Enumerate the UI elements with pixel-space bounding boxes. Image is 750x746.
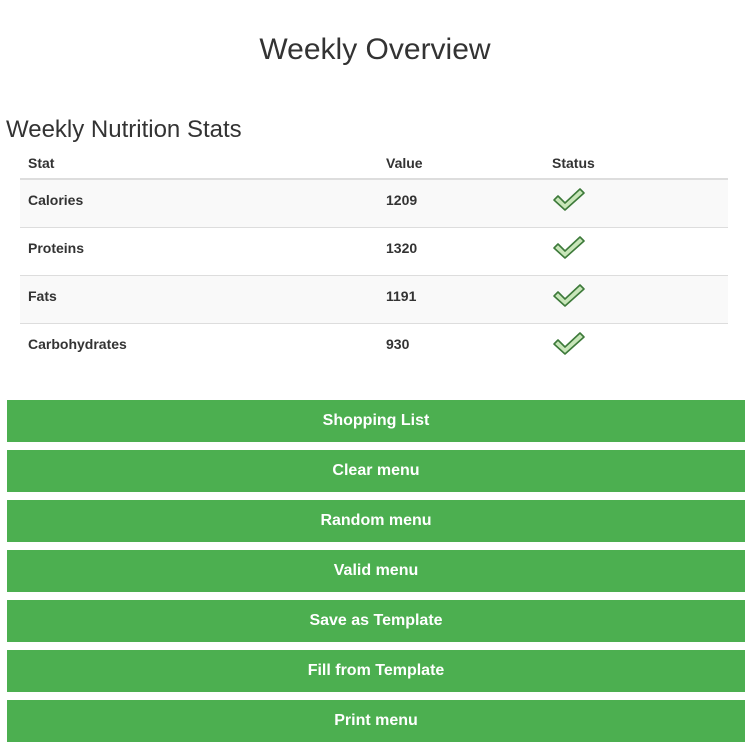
table-row: Proteins 1320 xyxy=(20,226,728,275)
stat-value: 1191 xyxy=(378,274,544,323)
column-header-stat: Stat xyxy=(20,148,378,180)
stat-name: Proteins xyxy=(20,226,378,275)
valid-menu-button[interactable]: Valid menu xyxy=(7,550,745,592)
table-row: Calories 1209 xyxy=(20,179,728,227)
check-icon xyxy=(552,282,586,308)
stat-name: Calories xyxy=(28,192,84,208)
table-row: Fats 1191 xyxy=(20,274,728,323)
check-icon xyxy=(552,186,586,212)
table-header-row: Stat Value Status xyxy=(20,148,728,180)
save-as-template-button[interactable]: Save as Template xyxy=(7,600,745,642)
stat-status xyxy=(544,322,728,371)
clear-menu-button[interactable]: Clear menu xyxy=(7,450,745,492)
stat-status xyxy=(544,226,728,275)
shopping-list-button[interactable]: Shopping List xyxy=(7,400,745,442)
nutrition-stats-table: Stat Value Status Calories 1209 Proteins… xyxy=(20,148,728,371)
check-icon xyxy=(552,330,586,356)
fill-from-template-button[interactable]: Fill from Template xyxy=(7,650,745,692)
stat-value: 1209 xyxy=(386,192,418,208)
stat-name: Carbohydrates xyxy=(20,322,378,371)
stat-value: 930 xyxy=(378,322,544,371)
stat-status xyxy=(544,274,728,323)
action-buttons: Shopping List Clear menu Random menu Val… xyxy=(7,400,745,746)
print-menu-button[interactable]: Print menu xyxy=(7,700,745,742)
check-icon xyxy=(552,234,586,260)
stat-name: Fats xyxy=(20,274,378,323)
column-header-status: Status xyxy=(544,148,728,180)
random-menu-button[interactable]: Random menu xyxy=(7,500,745,542)
stat-value: 1320 xyxy=(378,226,544,275)
table-row: Carbohydrates 930 xyxy=(20,322,728,371)
section-title: Weekly Nutrition Stats xyxy=(6,116,242,143)
page-title: Weekly Overview xyxy=(259,33,491,66)
stat-status xyxy=(544,179,728,227)
column-header-value: Value xyxy=(378,148,544,180)
